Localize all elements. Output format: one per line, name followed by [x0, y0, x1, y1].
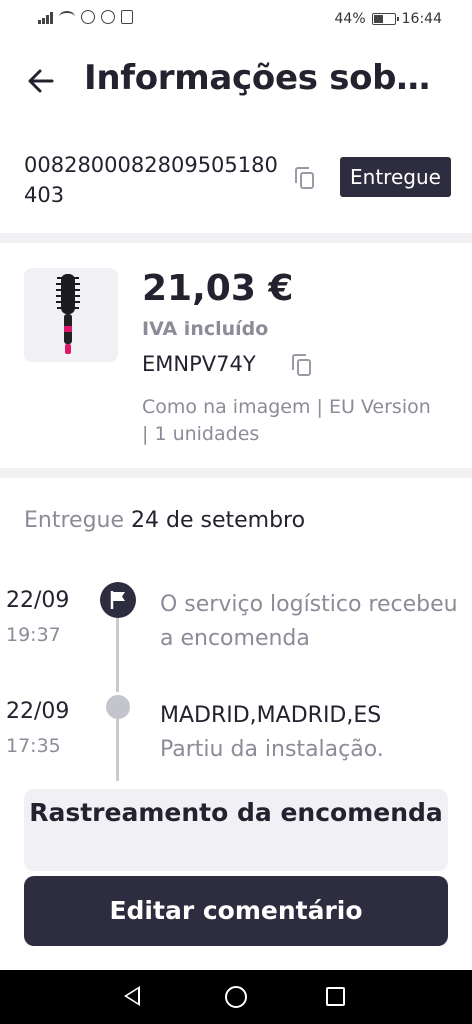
- data-saver-icon: [81, 10, 95, 24]
- timeline-time: 17:35: [6, 735, 61, 757]
- header: Informações sobre…: [0, 52, 472, 112]
- timeline-description: Partiu da instalação.: [160, 737, 384, 762]
- page-title: Informações sobre…: [84, 58, 444, 98]
- product-price: 21,03 €: [142, 268, 294, 309]
- battery-percent: 44%: [334, 11, 366, 27]
- status-bar: 44% 16:44: [0, 0, 472, 40]
- timeline-detail: MADRID,MADRID,ES Partiu da instalação.: [160, 699, 460, 767]
- copy-sku-icon[interactable]: [292, 354, 314, 378]
- product-variant: Como na imagem | EU Version | 1 unidades: [142, 396, 431, 445]
- section-divider: [0, 468, 472, 478]
- status-icons-left: [38, 10, 133, 24]
- order-id-row: 0082800082809505180403 Entregue: [0, 150, 472, 214]
- timeline-entry: 22/09 17:35 MADRID,MADRID,ES Partiu da i…: [0, 699, 472, 789]
- clock: 16:44: [401, 11, 442, 27]
- timeline-entry: 22/09 19:37 O serviço logístico recebeu …: [0, 588, 472, 678]
- track-order-button[interactable]: Rastreamento da encomenda: [24, 789, 448, 871]
- nav-back-icon[interactable]: [124, 986, 140, 1006]
- timeline-time: 19:37: [6, 624, 61, 646]
- delivery-date: 24 de setembro: [131, 508, 306, 533]
- product-sku: EMNPV74Y: [142, 352, 256, 376]
- timeline-date: 22/09: [6, 699, 70, 724]
- vat-label: IVA incluído: [142, 318, 269, 340]
- nfc-icon: [121, 10, 133, 24]
- delivery-label: Entregue: [24, 508, 125, 533]
- wifi-icon: [59, 11, 75, 23]
- status-icons-right: 44% 16:44: [335, 11, 442, 27]
- status-badge: Entregue: [340, 157, 451, 197]
- back-arrow-icon[interactable]: [26, 66, 56, 96]
- section-divider: [0, 233, 472, 243]
- timeline-location: MADRID,MADRID,ES: [160, 703, 382, 728]
- system-nav-bar: [0, 970, 472, 1024]
- product-card: 21,03 € IVA incluído EMNPV74Y Como na im…: [0, 266, 472, 456]
- battery-icon: [371, 13, 399, 25]
- nav-recents-icon[interactable]: [326, 987, 345, 1006]
- hair-brush-image: [56, 274, 80, 354]
- edit-comment-button[interactable]: Editar comentário: [24, 876, 448, 946]
- eye-comfort-icon: [101, 10, 115, 24]
- copy-order-number-icon[interactable]: [295, 167, 317, 191]
- nav-home-icon[interactable]: [225, 986, 247, 1008]
- timeline-date: 22/09: [6, 588, 70, 613]
- signal-icon: [38, 11, 53, 24]
- delivery-summary: Entregue 24 de setembro: [24, 508, 305, 533]
- timeline-description: O serviço logístico recebeu a encomenda: [160, 592, 458, 651]
- product-image[interactable]: [24, 268, 118, 362]
- order-number: 0082800082809505180403: [24, 153, 278, 207]
